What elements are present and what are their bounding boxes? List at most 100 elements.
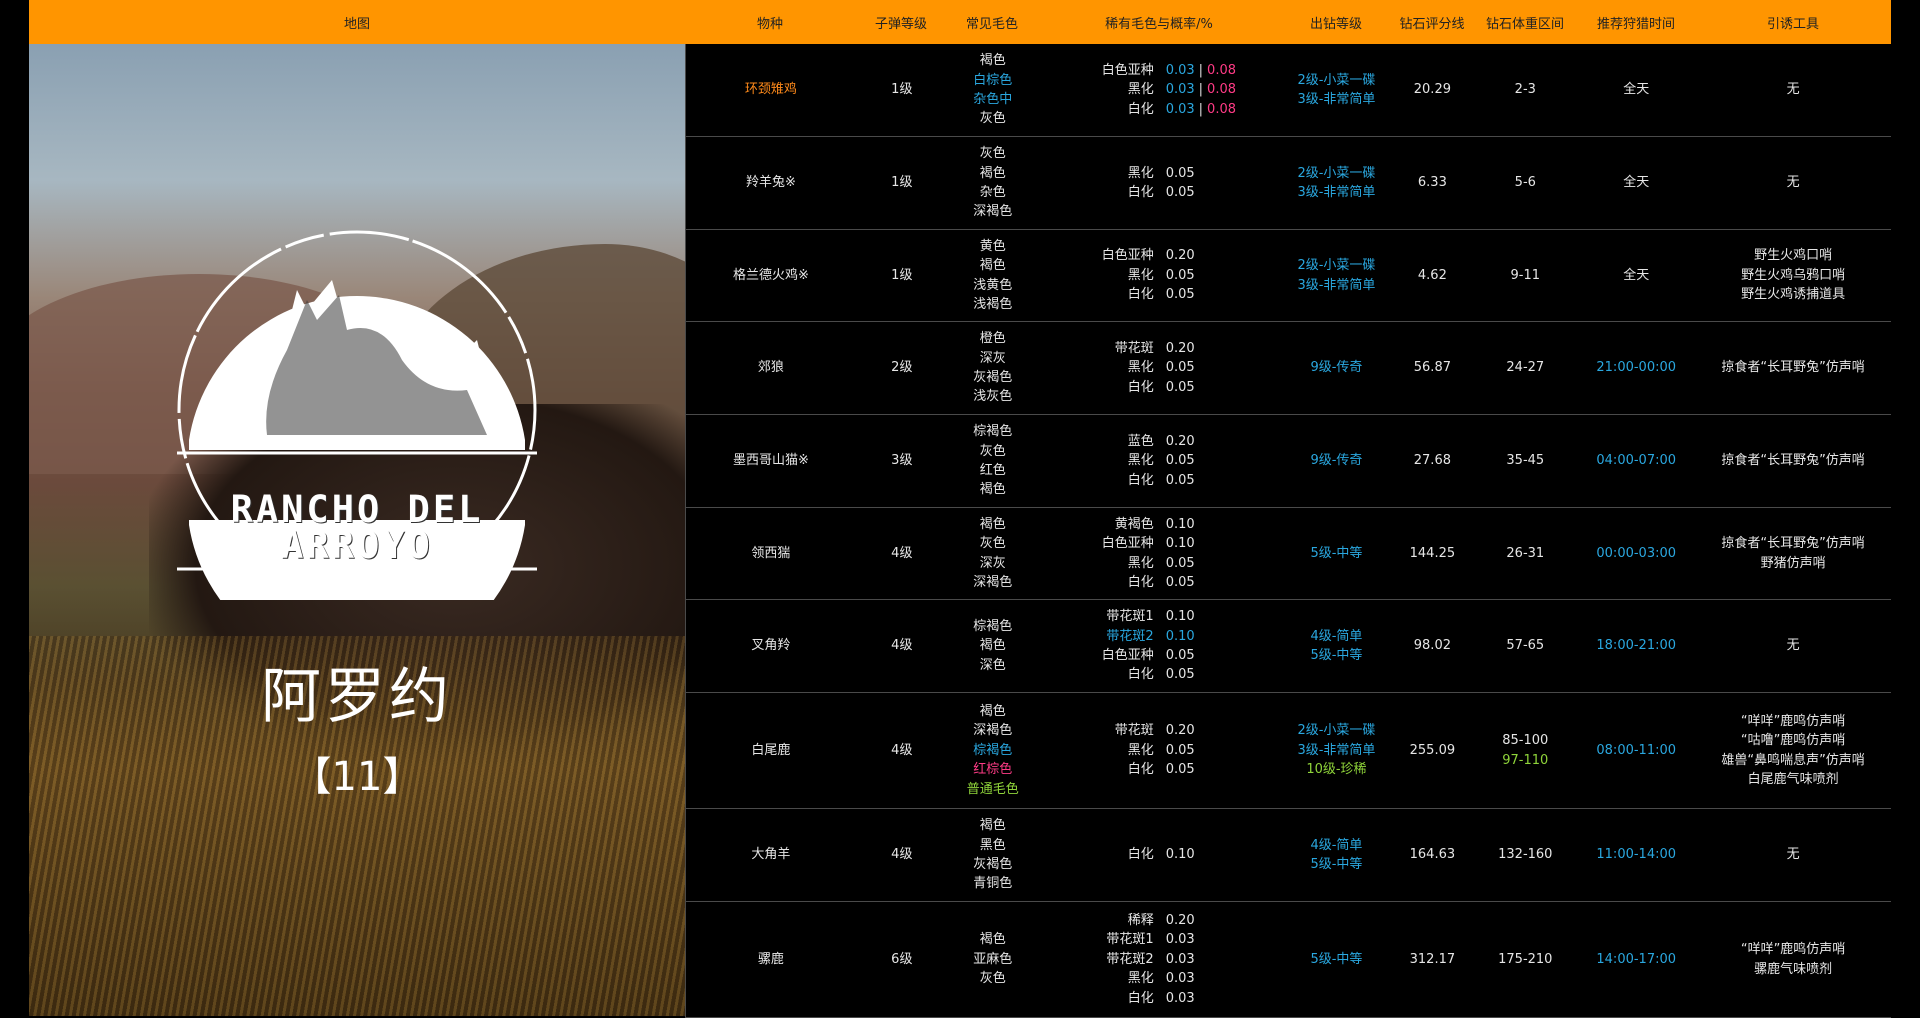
rare-fur-line: 黑化 0.05	[1038, 451, 1282, 470]
rare-fur-value: 0.05	[1166, 183, 1195, 202]
class-cell: 4级-简单 5级-中等	[1282, 836, 1392, 875]
fur-item: 灰色	[979, 971, 1006, 987]
rare-fur-prob: 0.03	[1165, 932, 1195, 948]
rare-fur-prob: 0.05	[1165, 762, 1195, 778]
best-time-cell: 18:00-21:00	[1577, 636, 1695, 655]
lure-item: 无	[1786, 847, 1800, 863]
fur-item: 深褐色	[973, 204, 1013, 220]
fur-item: 褐色	[979, 932, 1006, 948]
best-time-cell: 全天	[1577, 266, 1695, 285]
diamond-score: 56.87	[1413, 360, 1451, 376]
species-name: 骡鹿	[757, 951, 784, 967]
table-row: 大角羊 4级 褐色 黑色 灰褐色 青铜色 白化 0.10 4级-简单 5级-中等 164.63 132…	[685, 809, 1891, 902]
class-cell: 9级-传奇	[1282, 451, 1392, 470]
rare-fur-name: 白化	[1127, 185, 1154, 200]
rare-fur-name: 白色亚种	[1101, 248, 1154, 264]
table-row: 羚羊兔※ 1级 灰色 褐色 杂色 深褐色 黑化 0.05 白化 0.05 2级-小菜一碟 3级-非常简…	[685, 137, 1891, 230]
diamond-score-cell: 27.68	[1391, 451, 1473, 470]
rare-fur-value: 0.03 | 0.08	[1166, 61, 1236, 80]
rare-fur-prob: 0.05	[1165, 453, 1195, 469]
fur-item: 褐色	[979, 258, 1006, 274]
fur-item: 青铜色	[973, 876, 1013, 892]
fur-item: 浅灰色	[973, 389, 1013, 405]
rare-fur-value: 0.10	[1166, 627, 1195, 646]
map-name: 阿罗约	[261, 662, 453, 732]
ammo-cell: 4级	[856, 741, 948, 760]
rare-fur-prob: 0.05	[1165, 472, 1195, 488]
rare-fur-line: 白化 0.05	[1038, 665, 1282, 684]
rare-fur-name: 带花斑2	[1106, 951, 1154, 967]
rare-fur-name: 黑化	[1127, 165, 1154, 181]
ammo-level: 4级	[891, 545, 913, 561]
rare-fur-value: 0.05	[1166, 760, 1195, 779]
species-name: 叉角羚	[751, 638, 791, 654]
class-cell: 5级-中等	[1282, 950, 1392, 969]
lure-item: “咩咩”鹿鸣仿声哨	[1740, 942, 1846, 958]
hunt-time: 全天	[1623, 82, 1650, 98]
species-cell: 墨西哥山猫※	[686, 451, 856, 470]
lure-item: 野生火鸡乌鸦口哨	[1741, 267, 1846, 283]
ammo-cell: 4级	[856, 544, 948, 563]
hunt-time: 全天	[1623, 175, 1650, 191]
rare-fur-line: 黑化 0.05	[1038, 358, 1282, 377]
diamond-weight-cell: 85-100 97-110	[1473, 731, 1577, 770]
diamond-score: 312.17	[1409, 951, 1456, 967]
rare-fur-prob: 0.05	[1165, 287, 1195, 303]
class-cell: 4级-简单 5级-中等	[1282, 627, 1392, 666]
table-row: 墨西哥山猫※ 3级 棕褐色 灰色 红色 褐色 蓝色 0.20 黑化 0.05 白化 0.05 9级-传奇…	[685, 415, 1891, 508]
lure-cell: 无	[1695, 80, 1891, 99]
class-item: 4级-简单	[1310, 628, 1363, 644]
rare-fur-name: 带花斑	[1114, 340, 1154, 356]
rare-fur-line: 白化 0.05	[1038, 471, 1282, 490]
rare-fur-prob-2: 0.08	[1207, 82, 1236, 98]
rare-fur-name: 白色亚种	[1101, 536, 1154, 552]
rare-fur-prob: 0.20	[1165, 340, 1195, 356]
ammo-level: 4级	[891, 638, 913, 654]
ammo-level: 1级	[891, 267, 913, 283]
rare-fur-line: 白化 0.05	[1038, 378, 1282, 397]
rare-fur-cell: 白色亚种 0.03 | 0.08 黑化 0.03 | 0.08 白化 0.03 | 0.08	[1038, 61, 1282, 119]
rare-fur-name: 带花斑1	[1106, 932, 1154, 948]
hunt-time: 21:00-00:00	[1596, 360, 1677, 376]
common-fur-cell: 黄色 褐色 浅黄色 浅褐色	[948, 237, 1038, 315]
diamond-weight-cell: 175-210	[1473, 950, 1577, 969]
rare-fur-line: 白化 0.05	[1038, 285, 1282, 304]
rare-fur-value: 0.03 | 0.08	[1166, 80, 1236, 99]
fur-item: 橙色	[979, 331, 1006, 347]
fur-item: 灰褐色	[973, 857, 1013, 872]
rare-fur-separator: |	[1198, 82, 1204, 98]
species-name: 羚羊兔※	[745, 175, 796, 191]
rare-fur-name: 带花斑	[1114, 723, 1154, 739]
rare-fur-value: 0.05	[1166, 164, 1195, 183]
ammo-cell: 1级	[856, 173, 948, 192]
class-cell: 5级-中等	[1282, 544, 1392, 563]
rare-fur-name: 黑化	[1127, 971, 1154, 987]
lure-cell: 掠食者“长耳野兔”仿声哨	[1695, 358, 1891, 377]
fur-item: 杂色中	[973, 92, 1013, 107]
rare-fur-prob: 0.03	[1165, 990, 1195, 1006]
common-fur-cell: 棕褐色 褐色 深色	[948, 617, 1038, 675]
lure-cell: 掠食者“长耳野兔”仿声哨 野猪仿声哨	[1695, 534, 1891, 573]
rare-fur-line: 蓝色 0.20	[1038, 432, 1282, 451]
table-row: 白尾鹿 4级 褐色 深褐色 棕褐色 红棕色 普通毛色 带花斑 0.20 黑化 0.05 白化 0.05 2…	[685, 693, 1891, 809]
rare-fur-line: 白化 0.03	[1038, 989, 1282, 1008]
fur-item: 亚麻色	[973, 951, 1013, 967]
lure-cell: 无	[1695, 173, 1891, 192]
weight-range: 2-3	[1514, 82, 1536, 98]
common-fur-cell: 橙色 深灰 灰褐色 浅灰色	[948, 329, 1038, 407]
best-time-cell: 08:00-11:00	[1577, 741, 1695, 760]
rare-fur-prob: 0.10	[1165, 609, 1195, 625]
diamond-score: 6.33	[1417, 175, 1447, 191]
diamond-weight-cell: 24-27	[1473, 358, 1577, 377]
table-row: 环颈雉鸡 1级 褐色 白棕色 杂色中 灰色 白色亚种 0.03 | 0.08 黑化 0.03 | 0.08…	[685, 44, 1891, 137]
fur-item: 黄色	[979, 238, 1006, 254]
lure-item: 骡鹿气味喷剂	[1754, 961, 1833, 977]
ammo-cell: 4级	[856, 845, 948, 864]
rare-fur-name: 白色亚种	[1101, 648, 1154, 663]
rare-fur-line: 带花斑 0.20	[1038, 339, 1282, 358]
rare-fur-value: 0.03	[1166, 969, 1195, 988]
rare-fur-name: 白化	[1127, 990, 1154, 1006]
rare-fur-name: 黑化	[1127, 82, 1154, 98]
rare-fur-line: 黑化 0.05	[1038, 164, 1282, 183]
class-item: 5级-中等	[1310, 857, 1363, 872]
